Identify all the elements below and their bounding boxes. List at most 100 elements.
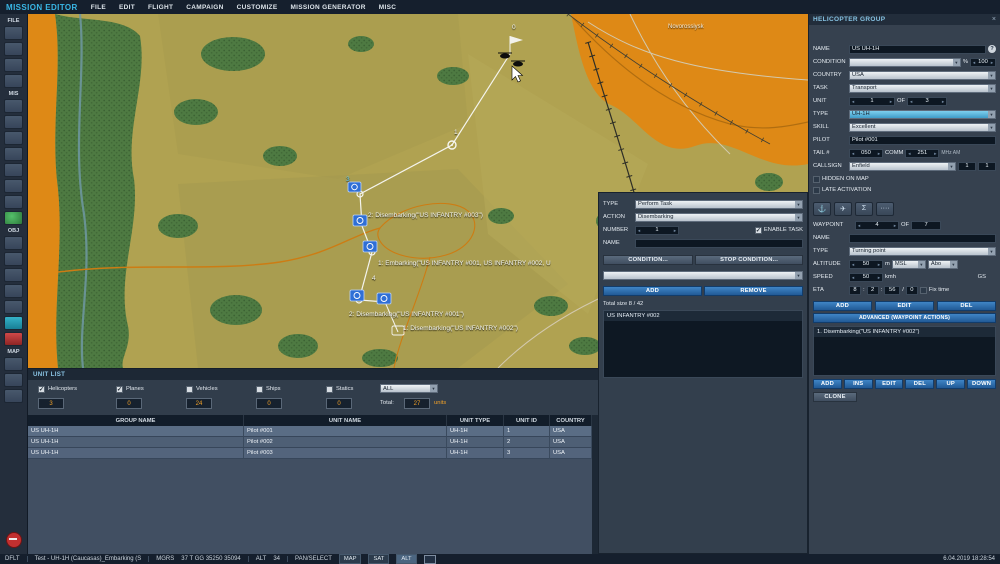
menu-file[interactable]: FILE [91, 4, 106, 11]
altitude-ref-dropdown[interactable]: MSL [891, 259, 926, 269]
advanced-waypoint-actions-button[interactable]: ADVANCED (WAYPOINT ACTIONS) [813, 313, 996, 323]
task-list-dropdown[interactable] [603, 270, 803, 280]
waypoint-type-dropdown[interactable]: Turning point [849, 246, 996, 256]
static-object-icon[interactable] [4, 163, 23, 177]
late-activation-checkbox[interactable] [813, 186, 820, 194]
save-mission-icon[interactable] [4, 58, 23, 72]
grid-icon[interactable] [4, 389, 23, 403]
action-down-button[interactable]: DOWN [967, 378, 996, 389]
task-target-list[interactable]: US INFANTRY #002 [603, 310, 803, 378]
route-icon[interactable]: ✈ [834, 201, 852, 216]
task-number-stepper[interactable]: 1 [635, 225, 679, 235]
eta-day-field[interactable]: 0 [905, 285, 918, 295]
list-item[interactable]: 1. Disembarking("US INFANTRY #002") [814, 327, 995, 337]
menu-campaign[interactable]: CAMPAIGN [186, 4, 223, 11]
sat-view-button[interactable]: SAT [368, 554, 390, 564]
menu-flight[interactable]: FLIGHT [148, 4, 173, 11]
enable-task-checkbox[interactable]: ✓ [754, 226, 762, 234]
altitude-mode-dropdown[interactable]: Abo [927, 259, 958, 269]
weather-icon[interactable] [4, 236, 23, 250]
template-icon[interactable] [4, 179, 23, 193]
altitude-stepper[interactable]: 50 [849, 259, 883, 269]
trigger-zone-icon[interactable] [4, 195, 23, 209]
helicopter-group-icon[interactable] [4, 115, 23, 129]
filter-planes[interactable]: ✓ Planes [116, 383, 144, 395]
filter-helicopters[interactable]: ✓ Helicopters [38, 383, 77, 395]
aircraft-group-icon[interactable] [4, 99, 23, 113]
bullseye-icon[interactable] [4, 332, 23, 346]
sum-icon[interactable]: Σ [855, 201, 873, 216]
statics-checkbox[interactable] [326, 385, 333, 393]
filter-statics[interactable]: Statics [326, 383, 353, 395]
task-dropdown[interactable]: Transport [849, 83, 996, 93]
mgrs-label[interactable]: MGRS [156, 556, 174, 562]
condition-dropdown[interactable] [849, 57, 961, 67]
hidden-on-map-checkbox[interactable] [813, 175, 820, 183]
goal-icon[interactable] [4, 252, 23, 266]
unit-count-stepper[interactable]: 3 [907, 96, 948, 106]
waypoint-del-button[interactable]: DEL [937, 300, 996, 311]
table-row[interactable]: US UH-1H Pilot #001 UH-1H 1 USA [28, 426, 592, 437]
filter-vehicles[interactable]: Vehicles [186, 383, 218, 395]
help-icon[interactable]: ? [988, 45, 996, 53]
country-dropdown[interactable]: USA [849, 70, 996, 80]
add-task-button[interactable]: ADD [603, 285, 702, 296]
mode-indicator[interactable]: DFLT [5, 556, 20, 562]
map-layer-icon[interactable] [4, 357, 23, 371]
skill-dropdown[interactable]: Excellent [849, 122, 996, 132]
waypoint-add-button[interactable]: ADD [813, 300, 872, 311]
airport-icon[interactable] [4, 316, 23, 330]
pilot-name-input[interactable]: Pilot #001 [849, 135, 996, 145]
anchor-icon[interactable]: ⚓ [813, 201, 831, 216]
condition-button[interactable]: CONDITION... [603, 254, 694, 265]
table-row[interactable]: US UH-1H Pilot #002 UH-1H 2 USA [28, 437, 592, 448]
display-icon[interactable] [423, 554, 436, 564]
action-edit-button[interactable]: EDIT [874, 378, 904, 389]
waypoint-edit-button[interactable]: EDIT [875, 300, 934, 311]
open-mission-icon[interactable] [4, 42, 23, 56]
comm-frequency-stepper[interactable]: 251 [905, 148, 940, 158]
task-type-dropdown[interactable]: Perform Task [635, 199, 803, 209]
map-view-button[interactable]: MAP [338, 554, 362, 564]
coalition-filter-dropdown[interactable]: ALL [380, 384, 438, 393]
close-icon[interactable]: × [992, 16, 996, 23]
ship-group-icon[interactable] [4, 131, 23, 145]
helicopters-checkbox[interactable]: ✓ [38, 385, 45, 393]
options-icon[interactable] [4, 300, 23, 314]
col-unit-type[interactable]: UNIT TYPE [447, 415, 504, 426]
no-entry-icon[interactable] [6, 532, 22, 548]
pan-select-mode[interactable]: PAN/SELECT [295, 556, 332, 562]
filter-ships[interactable]: Ships [256, 383, 281, 395]
action-up-button[interactable]: UP [936, 378, 966, 389]
task-action-dropdown[interactable]: Disembarking [635, 212, 803, 222]
action-ins-button[interactable]: INS [843, 378, 873, 389]
aircraft-type-dropdown[interactable]: UH-1H [849, 109, 996, 119]
waypoint-actions-list[interactable]: 1. Disembarking("US INFANTRY #002") [813, 326, 996, 376]
eta-hours-field[interactable]: 8 [849, 285, 861, 295]
fix-time-checkbox[interactable] [919, 286, 927, 294]
eta-minutes-field[interactable]: 2 [866, 285, 879, 295]
menu-edit[interactable]: EDIT [119, 4, 135, 11]
tail-number-stepper[interactable]: 050 [849, 148, 883, 158]
col-unit-id[interactable]: UNIT ID [504, 415, 550, 426]
planes-checkbox[interactable]: ✓ [116, 385, 123, 393]
alt-view-button[interactable]: ALT [396, 554, 417, 564]
waypoint-index-stepper[interactable]: 4 [855, 220, 899, 230]
more-icon[interactable]: ···· [876, 201, 894, 216]
callsign-dropdown[interactable]: Enfield [849, 161, 956, 171]
col-unit-name[interactable]: UNIT NAME [244, 415, 447, 426]
globe-icon[interactable] [4, 211, 23, 225]
remove-task-button[interactable]: REMOVE [704, 285, 803, 296]
col-group-name[interactable]: GROUP NAME [28, 415, 244, 426]
menu-mission-generator[interactable]: MISSION GENERATOR [290, 4, 365, 11]
action-del-button[interactable]: DEL [905, 378, 935, 389]
task-name-input[interactable] [635, 238, 803, 248]
menu-customize[interactable]: CUSTOMIZE [237, 4, 278, 11]
new-mission-icon[interactable] [4, 26, 23, 40]
vehicles-checkbox[interactable] [186, 385, 193, 393]
trigger-rules-icon[interactable] [4, 268, 23, 282]
col-country[interactable]: COUNTRY [550, 415, 592, 426]
ships-checkbox[interactable] [256, 385, 263, 393]
table-row[interactable]: US UH-1H Pilot #003 UH-1H 3 USA [28, 448, 592, 459]
condition-value-stepper[interactable]: 100 [970, 57, 996, 67]
